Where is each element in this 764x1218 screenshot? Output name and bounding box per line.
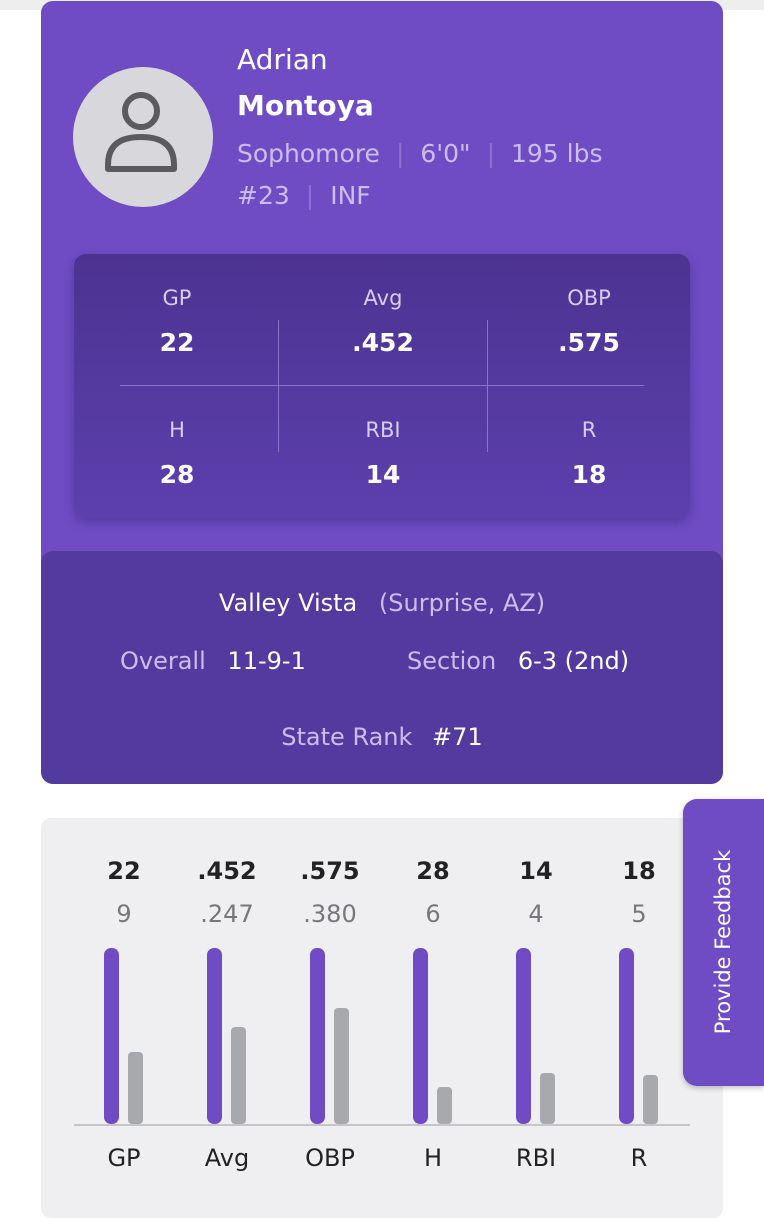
stat-value: .452	[352, 328, 414, 357]
separator: |	[486, 139, 495, 168]
player-bar	[516, 948, 531, 1124]
stat-value: 18	[571, 460, 607, 489]
player-value-label: 14	[519, 857, 552, 885]
stat-gp: GP 22	[74, 286, 280, 357]
overall-label: Overall	[120, 647, 206, 675]
stat-value: 14	[365, 460, 401, 489]
stat-rbi: RBI 14	[280, 418, 486, 489]
player-value-label: .452	[197, 857, 256, 885]
stat-label: H	[169, 418, 185, 442]
divider	[487, 320, 488, 452]
player-value-label: .575	[300, 857, 359, 885]
weight: 195 lbs	[511, 139, 603, 168]
comparison-bar	[128, 1052, 143, 1124]
comparison-value-label: 9	[116, 900, 131, 928]
comparison-bar	[437, 1087, 452, 1124]
category-label: Avg	[205, 1144, 249, 1172]
player-bar	[104, 948, 119, 1124]
stat-label: Avg	[363, 286, 403, 310]
stat-h: H 28	[74, 418, 280, 489]
player-bio-row: Sophomore | 6'0" | 195 lbs	[237, 139, 603, 168]
category-label: GP	[107, 1144, 140, 1172]
separator: |	[395, 139, 405, 168]
player-last-name: Montoya	[237, 89, 374, 122]
divider	[278, 320, 279, 452]
category-label: RBI	[516, 1144, 556, 1172]
comparison-value-label: 5	[631, 900, 646, 928]
rank-label: State Rank	[281, 723, 413, 751]
stat-label: GP	[162, 286, 192, 310]
overall-record: Overall 11-9-1	[120, 647, 306, 675]
stat-label: OBP	[567, 286, 611, 310]
category-label: OBP	[305, 1144, 355, 1172]
separator: |	[305, 181, 315, 210]
comparison-value-label: 4	[528, 900, 543, 928]
category-label: R	[631, 1144, 648, 1172]
category-label: H	[424, 1144, 442, 1172]
stat-obp: OBP .575	[486, 286, 692, 357]
stat-label: R	[581, 418, 597, 442]
jersey-number: #23	[237, 181, 290, 210]
player-position: INF	[330, 181, 371, 210]
stats-comparison-chart: 22 9 GP .452 .247 Avg .575 .380 OBP 28 6 H 14 4 RBI 18 5…	[74, 857, 690, 1172]
comparison-bar	[231, 1027, 246, 1124]
comparison-bar	[540, 1073, 555, 1124]
comparison-bar	[643, 1075, 658, 1124]
state-rank: State Rank #71	[41, 723, 723, 751]
player-bar	[619, 948, 634, 1124]
comparison-value-label: .380	[303, 900, 356, 928]
stat-avg: Avg .452	[280, 286, 486, 357]
team-info: Valley Vista (Surprise, AZ) Overall 11-9…	[41, 551, 723, 784]
team-name-row: Valley Vista (Surprise, AZ)	[41, 589, 723, 617]
person-icon	[105, 92, 177, 172]
height: 6'0"	[420, 139, 471, 168]
comparison-bar	[334, 1008, 349, 1124]
player-value-label: 28	[416, 857, 449, 885]
stat-value: .575	[558, 328, 620, 357]
player-bar	[413, 948, 428, 1124]
player-value-label: 18	[622, 857, 655, 885]
stats-comparison-chart-card: 22 9 GP .452 .247 Avg .575 .380 OBP 28 6 H 14 4 RBI 18 5…	[41, 818, 723, 1218]
section-record: Section 6-3 (2nd)	[407, 647, 629, 675]
feedback-label: Provide Feedback	[711, 849, 735, 1035]
rank-value: #71	[432, 723, 483, 751]
stat-r: R 18	[486, 418, 692, 489]
player-value-label: 22	[107, 857, 140, 885]
team-name: Valley Vista	[218, 589, 358, 617]
divider	[120, 385, 644, 386]
class-year: Sophomore	[237, 139, 380, 168]
team-location: (Surprise, AZ)	[378, 589, 546, 617]
section-label: Section	[407, 647, 497, 675]
stat-label: RBI	[365, 418, 401, 442]
player-bar	[310, 948, 325, 1124]
player-profile-card: Adrian Montoya Sophomore | 6'0" | 195 lb…	[41, 1, 723, 784]
player-roster-row: #23 | INF	[237, 181, 371, 210]
stat-value: 28	[159, 460, 195, 489]
comparison-value-label: 6	[425, 900, 440, 928]
overall-value: 11-9-1	[227, 647, 306, 675]
section-value: 6-3 (2nd)	[517, 647, 630, 675]
stat-value: 22	[159, 328, 195, 357]
comparison-value-label: .247	[200, 900, 253, 928]
avatar	[73, 67, 213, 207]
player-bar	[207, 948, 222, 1124]
provide-feedback-button[interactable]: Provide Feedback	[683, 799, 764, 1086]
stats-summary: GP 22 Avg .452 OBP .575 H 28 RBI 14 R 18	[74, 254, 690, 518]
player-first-name: Adrian	[237, 43, 328, 76]
